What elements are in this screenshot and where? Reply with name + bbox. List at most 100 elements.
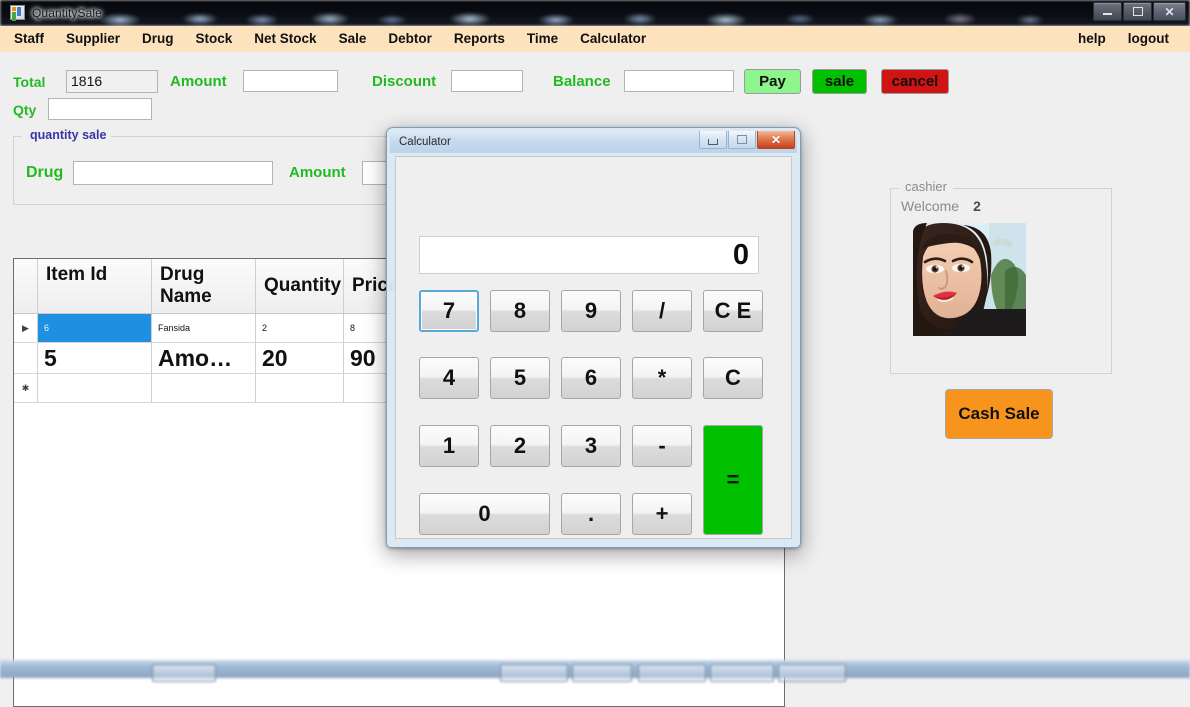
calculator-key-1[interactable]: 1 <box>419 425 479 467</box>
calculator-key-clear[interactable]: C <box>703 357 763 399</box>
main-menu-bar: Staff Supplier Drug Stock Net Stock Sale… <box>0 26 1190 52</box>
close-button[interactable]: ✕ <box>1153 2 1186 21</box>
row-marker-new: ✱ <box>14 374 38 402</box>
maximize-button[interactable] <box>1123 2 1152 21</box>
taskbar-item[interactable] <box>500 664 568 682</box>
calculator-window-controls: ✕ <box>698 131 795 149</box>
calculator-key-divide[interactable]: / <box>632 290 692 332</box>
drug-label: Drug <box>26 164 64 181</box>
calculator-key-5[interactable]: 5 <box>490 357 550 399</box>
calculator-key-0[interactable]: 0 <box>419 493 550 535</box>
discount-label: Discount <box>372 73 437 90</box>
row-marker-current: ▶ <box>14 314 38 342</box>
menu-item-supplier[interactable]: Supplier <box>55 26 131 52</box>
taskbar-item[interactable] <box>778 664 846 682</box>
calculator-key-clear-entry[interactable]: C E <box>703 290 763 332</box>
menu-item-drug[interactable]: Drug <box>131 26 185 52</box>
cashier-legend: cashier <box>901 179 951 194</box>
menu-item-stock[interactable]: Stock <box>185 26 244 52</box>
title-bar[interactable]: QuantitySale ✕ <box>0 0 1190 26</box>
balance-field[interactable] <box>624 70 734 92</box>
calculator-key-multiply[interactable]: * <box>632 357 692 399</box>
grid-header-item-id[interactable]: Item Id <box>38 259 152 313</box>
menu-item-help[interactable]: help <box>1064 26 1117 52</box>
taskbar-item[interactable] <box>638 664 706 682</box>
window-title: QuantitySale <box>32 6 102 20</box>
total-field[interactable]: 1816 <box>66 70 158 93</box>
cell-quantity[interactable]: 2 <box>256 314 344 342</box>
window-controls: ✕ <box>1093 2 1186 21</box>
cashier-border-left <box>891 188 899 189</box>
maximize-icon <box>737 135 747 144</box>
calculator-key-6[interactable]: 6 <box>561 357 621 399</box>
windows-taskbar[interactable] <box>0 660 1190 682</box>
grid-header-drug-name[interactable]: Drug Name <box>152 259 256 313</box>
cell-quantity[interactable]: 20 <box>256 343 344 373</box>
grid-header-quantity[interactable]: Quantity <box>256 259 344 313</box>
cashier-portrait-image <box>913 223 1026 336</box>
qty-field[interactable] <box>48 98 152 120</box>
cashier-group: cashier Welcome 2 <box>890 179 1112 374</box>
menu-item-calculator[interactable]: Calculator <box>569 26 657 52</box>
sale-button[interactable]: sale <box>812 69 867 94</box>
cashier-photo <box>913 223 1026 336</box>
calculator-key-9[interactable]: 9 <box>561 290 621 332</box>
application-icon <box>10 5 25 20</box>
calculator-title-bar[interactable]: Calculator ✕ <box>390 131 797 153</box>
qty-label: Qty <box>13 102 37 118</box>
pay-button[interactable]: Pay <box>744 69 801 94</box>
total-label: Total <box>13 74 46 90</box>
quantity-sale-amount-label: Amount <box>289 164 346 181</box>
calculator-key-3[interactable]: 3 <box>561 425 621 467</box>
calculator-window[interactable]: Calculator ✕ 0 7 8 9 / C E 4 5 6 * C 1 2… <box>386 127 801 548</box>
cashier-id: 2 <box>973 198 981 214</box>
cell-drug-name[interactable]: Amo… <box>152 343 256 373</box>
balance-label: Balance <box>553 73 611 90</box>
calculator-close-button[interactable]: ✕ <box>757 131 795 149</box>
cell-item-id[interactable]: 6 <box>38 314 152 342</box>
discount-field[interactable] <box>451 70 523 92</box>
welcome-label: Welcome <box>901 198 960 214</box>
calculator-key-minus[interactable]: - <box>632 425 692 467</box>
calculator-key-2[interactable]: 2 <box>490 425 550 467</box>
calculator-display[interactable]: 0 <box>419 236 759 274</box>
menu-item-debtor[interactable]: Debtor <box>377 26 443 52</box>
row-marker <box>14 343 38 373</box>
amount-field[interactable] <box>243 70 338 92</box>
calculator-key-7[interactable]: 7 <box>419 290 479 332</box>
cell-item-id[interactable] <box>38 374 152 402</box>
calculator-key-4[interactable]: 4 <box>419 357 479 399</box>
calculator-title: Calculator <box>399 136 451 148</box>
menu-item-sale[interactable]: Sale <box>328 26 378 52</box>
cashier-welcome-text: Welcome 2 <box>901 198 981 214</box>
menu-item-logout[interactable]: logout <box>1117 26 1180 52</box>
calculator-key-equals[interactable]: = <box>703 425 763 535</box>
menu-right-group: help logout <box>1064 26 1190 52</box>
calculator-key-8[interactable]: 8 <box>490 290 550 332</box>
menu-item-time[interactable]: Time <box>516 26 569 52</box>
amount-label: Amount <box>170 73 227 90</box>
calculator-minimize-button[interactable] <box>699 131 727 149</box>
calculator-maximize-button[interactable] <box>728 131 756 149</box>
cashier-border-right <box>953 188 1111 189</box>
calculator-key-decimal[interactable]: . <box>561 493 621 535</box>
cancel-button[interactable]: cancel <box>881 69 949 94</box>
minimize-button[interactable] <box>1093 2 1122 21</box>
group-border-left <box>14 136 22 137</box>
cell-drug-name[interactable]: Fansida <box>152 314 256 342</box>
taskbar-item[interactable] <box>152 664 216 682</box>
menu-item-staff[interactable]: Staff <box>0 26 55 52</box>
grid-header-row-selector <box>14 259 38 313</box>
cell-drug-name[interactable] <box>152 374 256 402</box>
menu-item-net-stock[interactable]: Net Stock <box>243 26 327 52</box>
drug-field[interactable] <box>73 161 273 185</box>
calculator-client-area: 0 7 8 9 / C E 4 5 6 * C 1 2 3 - = 0 . + <box>395 156 792 539</box>
close-icon: ✕ <box>770 132 782 147</box>
cell-quantity[interactable] <box>256 374 344 402</box>
cash-sale-button[interactable]: Cash Sale <box>945 389 1053 439</box>
taskbar-item[interactable] <box>572 664 632 682</box>
calculator-key-plus[interactable]: + <box>632 493 692 535</box>
cell-item-id[interactable]: 5 <box>38 343 152 373</box>
menu-item-reports[interactable]: Reports <box>443 26 516 52</box>
taskbar-item[interactable] <box>710 664 774 682</box>
